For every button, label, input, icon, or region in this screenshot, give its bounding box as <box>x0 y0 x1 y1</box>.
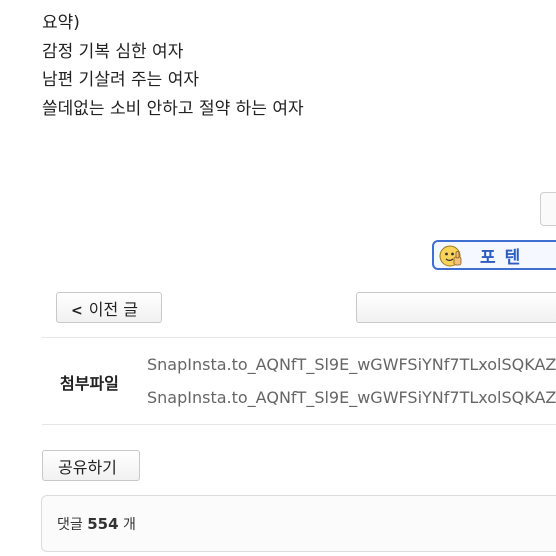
attachments-label: 첨부파일 <box>60 374 119 393</box>
comment-summary: 댓글 554 개 <box>57 514 136 534</box>
summary-line: 남편 기살려 주는 여자 <box>42 70 199 90</box>
post-page: 요약) 감정 기복 심한 여자 남편 기살려 주는 여자 쓸데없는 소비 안하고… <box>0 0 556 556</box>
poten-badge: 포텐 <box>432 240 556 270</box>
chevron-left-icon: < <box>71 303 83 319</box>
comment-prefix: 댓글 <box>57 517 83 533</box>
attachment-link[interactable]: SnapInsta.to_AQNfT_Sl9E_wGWFSiYNf7TLxolS… <box>147 355 556 374</box>
summary-line: 요약) <box>42 13 80 33</box>
comment-suffix: 개 <box>122 517 136 533</box>
post-summary: 요약) 감정 기복 심한 여자 남편 기살려 주는 여자 쓸데없는 소비 안하고… <box>42 9 304 123</box>
cutoff-button[interactable] <box>540 192 556 226</box>
prev-post-label: 이전 글 <box>88 300 138 319</box>
divider <box>42 424 556 425</box>
share-button[interactable]: 공유하기 <box>42 450 140 481</box>
attachment-link[interactable]: SnapInsta.to_AQNfT_Sl9E_wGWFSiYNf7TLxolS… <box>147 388 556 407</box>
next-post-button[interactable] <box>356 292 556 323</box>
prev-post-button[interactable]: < 이전 글 <box>56 292 162 323</box>
summary-line: 쓸데없는 소비 안하고 절약 하는 여자 <box>42 98 304 119</box>
summary-line: 감정 기복 심한 여자 <box>42 41 184 62</box>
comment-count: 554 <box>87 515 119 533</box>
poten-label: 포텐 <box>480 248 530 268</box>
thumbs-up-emoji-icon <box>439 245 462 267</box>
comment-bar[interactable]: 댓글 554 개 <box>41 495 556 552</box>
divider <box>42 337 556 338</box>
